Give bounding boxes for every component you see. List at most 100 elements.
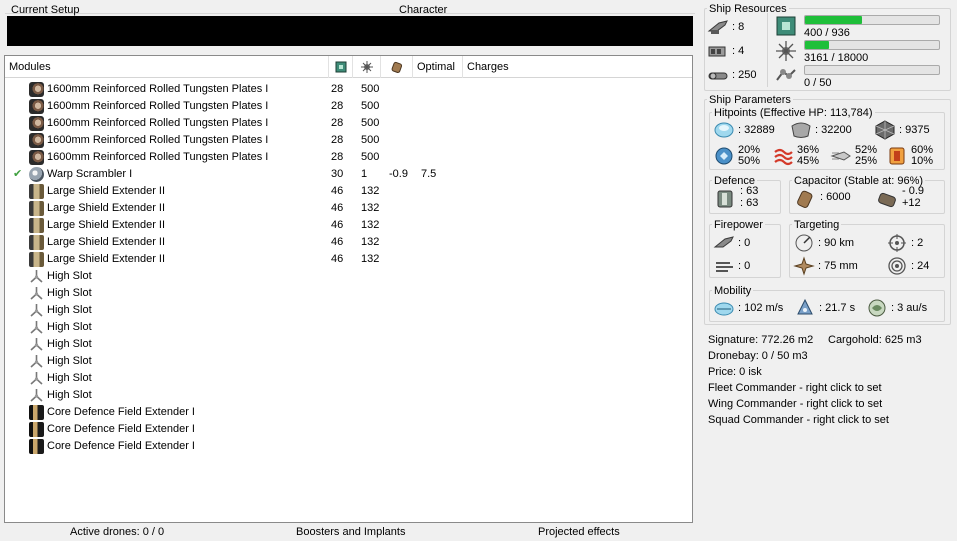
capacitor-delta-top: - 0.9 (902, 185, 925, 197)
capacitor-recharge-icon (878, 192, 896, 208)
high-slot-icon (29, 371, 44, 386)
module-row[interactable]: High Slot (5, 302, 692, 319)
align-time-icon (797, 298, 813, 315)
thermal-resist: 36% 45% (772, 145, 819, 167)
setup-bar[interactable] (7, 16, 693, 46)
col-charges-label: Charges (467, 61, 509, 73)
kinetic-icon (830, 151, 851, 161)
module-cpu: 46 (331, 253, 344, 265)
modules-header: Modules Optimal Charges (5, 56, 692, 78)
module-row[interactable]: Core Defence Field Extender I (5, 438, 692, 455)
warp-speed: : 3 au/s (866, 298, 927, 318)
scan-resolution: : 75 mm (793, 256, 858, 276)
firepower-group: Firepower : 0 : 0 (709, 219, 781, 278)
targeting-title: Targeting (792, 219, 842, 231)
module-row[interactable]: Core Defence Field Extender I (5, 404, 692, 421)
col-modules-label: Modules (9, 61, 51, 73)
active-drones-tab[interactable]: Active drones: 0 / 0 (70, 526, 164, 538)
module-row[interactable]: High Slot (5, 353, 692, 370)
shield-extender-icon (29, 201, 44, 216)
fleet-commander[interactable]: Fleet Commander - right click to set (708, 382, 882, 394)
module-powergrid: 132 (361, 219, 380, 231)
projected-effects-tab[interactable]: Projected effects (538, 526, 620, 538)
module-row[interactable]: 1600mm Reinforced Rolled Tungsten Plates… (5, 115, 692, 132)
col-powergrid[interactable] (353, 56, 381, 78)
em-armor-resist: 50% (738, 155, 761, 167)
wing-commander[interactable]: Wing Commander - right click to set (708, 398, 882, 410)
module-row[interactable]: High Slot (5, 268, 692, 285)
defence-icon (717, 190, 733, 208)
module-row[interactable]: High Slot (5, 319, 692, 336)
module-name: Large Shield Extender II (47, 219, 166, 231)
calibration-value: : 250 (732, 69, 757, 81)
shield-extender-icon (29, 252, 44, 267)
warp-scrambler-icon (29, 167, 44, 182)
module-name: Large Shield Extender II (47, 253, 166, 265)
high-slot-icon (29, 303, 44, 318)
squad-commander[interactable]: Squad Commander - right click to set (708, 414, 889, 426)
kinetic-armor-resist: 25% (855, 155, 878, 167)
col-optimal-label: Optimal (417, 61, 455, 73)
module-cpu: 28 (331, 151, 344, 163)
module-row[interactable]: High Slot (5, 370, 692, 387)
mobility-group: Mobility : 102 m/s : 21.7 s : 3 au/s (709, 285, 945, 322)
explosive-armor-resist: 10% (911, 155, 934, 167)
module-powergrid: 132 (361, 236, 380, 248)
high-slot-icon (29, 320, 44, 335)
boosters-tab[interactable]: Boosters and Implants (296, 526, 405, 538)
module-row[interactable]: Large Shield Extender II 46 132 (5, 200, 692, 217)
col-cpu[interactable] (329, 56, 353, 78)
module-row[interactable]: Large Shield Extender II 46 132 (5, 217, 692, 234)
module-row[interactable]: High Slot (5, 387, 692, 404)
firepower-turret-value: : 0 (738, 237, 751, 249)
resources-divider (767, 13, 768, 87)
col-optimal[interactable]: Optimal (413, 56, 463, 78)
firepower-missile: : 0 (713, 256, 750, 276)
core-defence-icon (29, 422, 44, 437)
targeting-group: Targeting : 90 km : 2 : 75 mm : 24 (789, 219, 945, 278)
module-powergrid: 1 (361, 168, 368, 180)
powergrid-icon (776, 41, 796, 61)
calibration: : 250 (707, 65, 756, 85)
module-row[interactable]: 1600mm Reinforced Rolled Tungsten Plates… (5, 149, 692, 166)
ship-parameters-group: Ship Parameters Hitpoints (Effective HP:… (704, 94, 951, 325)
module-row[interactable]: Core Defence Field Extender I (5, 421, 692, 438)
powergrid-bar (804, 40, 940, 50)
max-velocity-value: : 102 m/s (738, 302, 784, 314)
shield-extender-icon (29, 235, 44, 250)
turret-dps-icon (713, 236, 734, 248)
structure-hp: : 9375 (874, 120, 930, 140)
module-name: High Slot (47, 304, 92, 316)
module-row[interactable]: Large Shield Extender II 46 132 (5, 234, 692, 251)
defence-value-a: : 63 (740, 185, 759, 197)
col-capacitor[interactable] (381, 56, 413, 78)
module-row[interactable]: Large Shield Extender II 46 132 (5, 183, 692, 200)
armor-plate-icon (29, 133, 44, 148)
module-powergrid: 500 (361, 151, 380, 163)
col-modules[interactable]: Modules (5, 56, 329, 78)
shield-extender-icon (29, 184, 44, 199)
module-optimal: 7.5 (421, 168, 437, 180)
modules-table[interactable]: Modules Optimal Charges 1600mm Reinforce… (4, 55, 693, 523)
cpu-icon (335, 61, 346, 73)
module-row[interactable]: 1600mm Reinforced Rolled Tungsten Plates… (5, 81, 692, 98)
armor-plate-icon (29, 82, 44, 97)
module-row[interactable]: High Slot (5, 285, 692, 302)
module-row[interactable]: 1600mm Reinforced Rolled Tungsten Plates… (5, 132, 692, 149)
shield-extender-icon (29, 218, 44, 233)
missile-dps-icon (716, 262, 733, 272)
module-row[interactable]: High Slot (5, 336, 692, 353)
module-row[interactable]: Large Shield Extender II 46 132 (5, 251, 692, 268)
module-row[interactable]: 1600mm Reinforced Rolled Tungsten Plates… (5, 98, 692, 115)
launcher-slots-value: : 4 (732, 45, 745, 57)
modules-list: 1600mm Reinforced Rolled Tungsten Plates… (5, 81, 692, 455)
module-name: 1600mm Reinforced Rolled Tungsten Plates… (47, 117, 269, 129)
high-slot-icon (29, 269, 44, 284)
defence-group: Defence : 63 : 63 (709, 175, 781, 214)
col-charges[interactable]: Charges (463, 56, 692, 78)
firepower-turret: : 0 (713, 233, 750, 253)
module-row[interactable]: ✔ Warp Scrambler I 30 1 -0.9 7.5 (5, 166, 692, 183)
powergrid-bar-fill (805, 41, 829, 49)
module-name: High Slot (47, 287, 92, 299)
module-powergrid: 500 (361, 117, 380, 129)
